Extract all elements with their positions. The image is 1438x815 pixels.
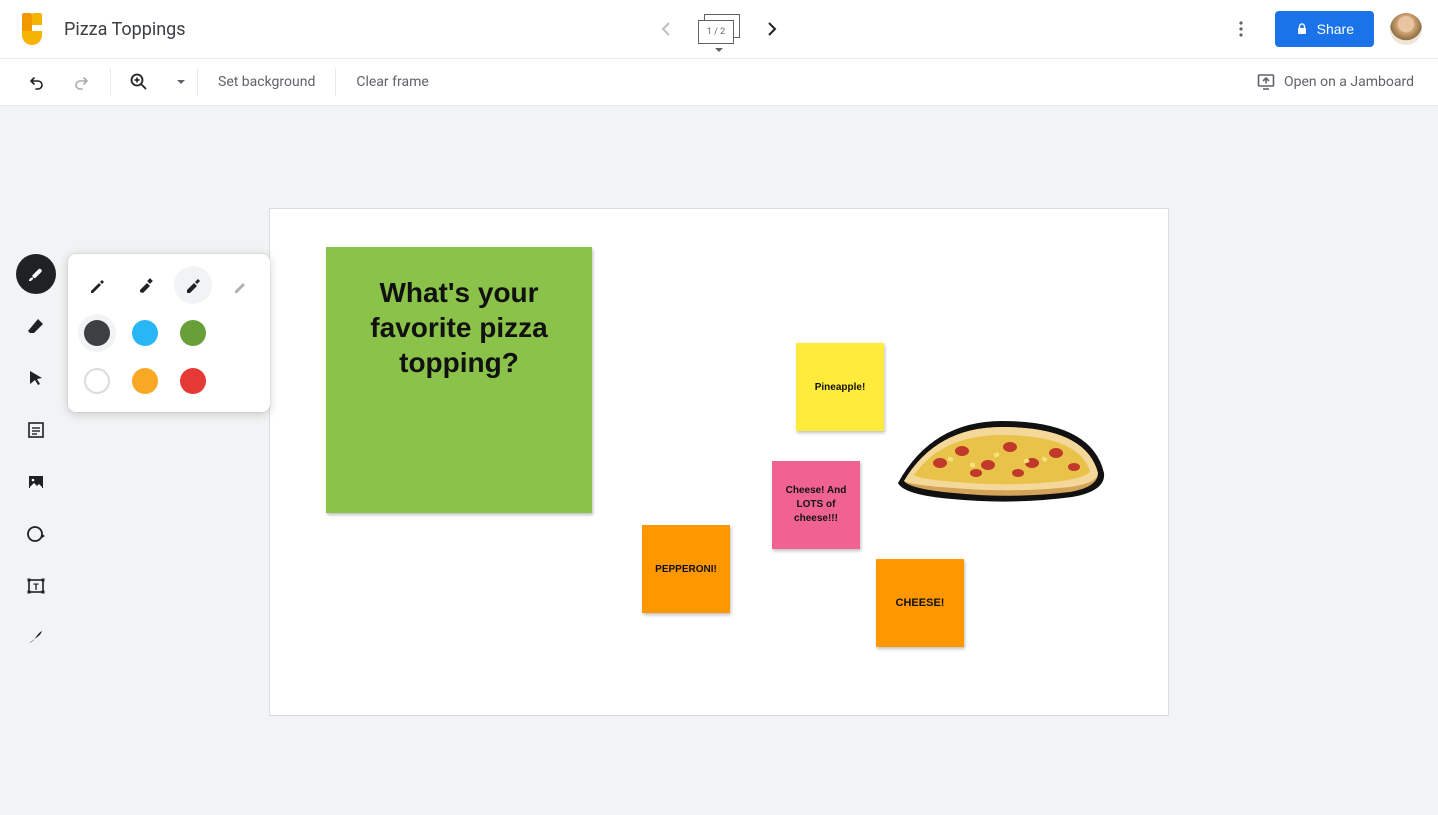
circle-icon bbox=[25, 523, 47, 545]
pen-tool-button[interactable] bbox=[16, 254, 56, 294]
sticky-note-cheese-lots[interactable]: Cheese! And LOTS of cheese!!! bbox=[772, 461, 860, 549]
pen-icon bbox=[87, 275, 107, 295]
redo-button[interactable] bbox=[66, 66, 98, 98]
more-options-button[interactable] bbox=[1223, 11, 1259, 47]
lock-icon bbox=[1295, 22, 1309, 36]
laser-icon bbox=[25, 627, 47, 649]
brush-icon bbox=[25, 263, 47, 285]
color-yellow[interactable] bbox=[126, 362, 164, 400]
pen-type-marker[interactable] bbox=[126, 266, 164, 304]
svg-text:T: T bbox=[33, 583, 39, 593]
cursor-icon bbox=[26, 368, 46, 388]
cast-icon bbox=[1256, 72, 1276, 92]
color-green[interactable] bbox=[174, 314, 212, 352]
marker-icon bbox=[135, 275, 155, 295]
prev-frame-button[interactable] bbox=[654, 17, 678, 41]
canvas-viewport: What's your favorite pizza topping? Pine… bbox=[0, 106, 1438, 815]
eraser-icon bbox=[25, 315, 47, 337]
more-vertical-icon bbox=[1232, 20, 1250, 38]
sticky-note-icon bbox=[26, 420, 46, 440]
text-box-tool-button[interactable]: T bbox=[16, 566, 56, 606]
select-tool-button[interactable] bbox=[16, 358, 56, 398]
pen-options-panel bbox=[68, 254, 270, 412]
color-white[interactable] bbox=[78, 362, 116, 400]
highlighter-icon bbox=[183, 275, 203, 295]
eraser-tool-button[interactable] bbox=[16, 306, 56, 346]
open-jamboard-label: Open on a Jamboard bbox=[1284, 74, 1414, 90]
color-red[interactable] bbox=[174, 362, 212, 400]
zoom-button[interactable] bbox=[123, 66, 155, 98]
pen-type-pen[interactable] bbox=[78, 266, 116, 304]
sticky-note-cheese[interactable]: CHEESE! bbox=[876, 559, 964, 647]
pizza-image[interactable] bbox=[892, 413, 1110, 505]
undo-icon bbox=[26, 72, 46, 92]
set-background-button[interactable]: Set background bbox=[210, 68, 323, 96]
brush-small-icon bbox=[231, 275, 251, 295]
share-label: Share bbox=[1317, 21, 1354, 37]
frame-thumbnail-button[interactable]: 1 / 2 bbox=[698, 14, 740, 44]
sticky-note-tool-button[interactable] bbox=[16, 410, 56, 450]
sticky-note-pepperoni[interactable]: PEPPERONI! bbox=[642, 525, 730, 613]
image-icon bbox=[26, 472, 46, 492]
zoom-icon bbox=[129, 72, 149, 92]
redo-icon bbox=[72, 72, 92, 92]
jam-frame-canvas[interactable]: What's your favorite pizza topping? Pine… bbox=[269, 208, 1169, 716]
sticky-note-question[interactable]: What's your favorite pizza topping? bbox=[326, 247, 592, 513]
sticky-text: CHEESE! bbox=[896, 597, 945, 609]
account-avatar[interactable] bbox=[1390, 13, 1422, 45]
color-blue[interactable] bbox=[126, 314, 164, 352]
text-box-icon: T bbox=[26, 576, 46, 596]
sticky-note-pineapple[interactable]: Pineapple! bbox=[796, 343, 884, 431]
sticky-text: Pineapple! bbox=[815, 382, 866, 393]
jamboard-logo-icon bbox=[16, 13, 48, 45]
sticky-text: What's your favorite pizza topping? bbox=[354, 275, 564, 380]
app-header: Pizza Toppings 1 / 2 Share bbox=[0, 0, 1438, 58]
open-on-jamboard-button[interactable]: Open on a Jamboard bbox=[1256, 72, 1430, 92]
zoom-dropdown-caret[interactable] bbox=[177, 80, 185, 84]
undo-button[interactable] bbox=[20, 66, 52, 98]
clear-frame-button[interactable]: Clear frame bbox=[348, 68, 436, 96]
sticky-text: PEPPERONI! bbox=[655, 564, 717, 575]
laser-tool-button[interactable] bbox=[16, 618, 56, 658]
action-toolbar: Set background Clear frame Open on a Jam… bbox=[0, 58, 1438, 106]
drawing-toolbar: T bbox=[12, 254, 60, 658]
color-black[interactable] bbox=[78, 314, 116, 352]
frame-count-label: 1 / 2 bbox=[698, 20, 734, 44]
sticky-text: Cheese! And LOTS of cheese!!! bbox=[782, 484, 850, 526]
pen-type-highlighter[interactable] bbox=[174, 266, 212, 304]
shape-tool-button[interactable] bbox=[16, 514, 56, 554]
next-frame-button[interactable] bbox=[760, 17, 784, 41]
image-tool-button[interactable] bbox=[16, 462, 56, 502]
pen-type-brush[interactable] bbox=[222, 266, 260, 304]
document-title[interactable]: Pizza Toppings bbox=[64, 19, 186, 40]
share-button[interactable]: Share bbox=[1275, 11, 1374, 47]
frame-navigator: 1 / 2 bbox=[654, 14, 784, 44]
